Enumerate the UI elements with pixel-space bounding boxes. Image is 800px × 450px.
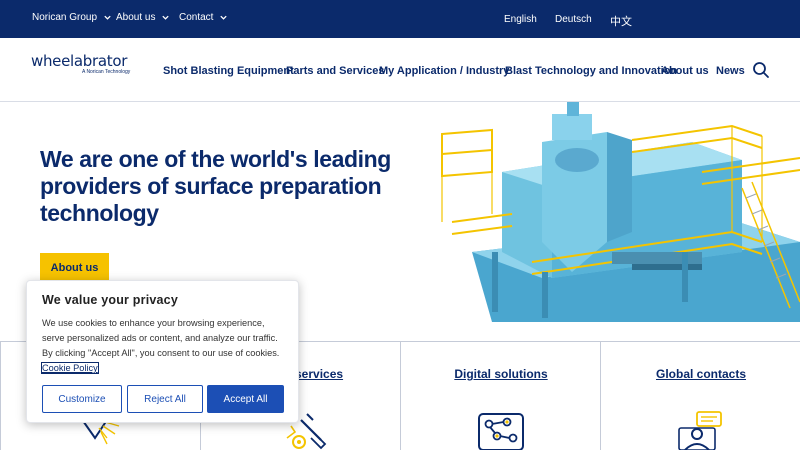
nav-news[interactable]: News — [716, 65, 745, 77]
language-deutsch[interactable]: Deutsch — [555, 14, 592, 25]
page: Norican Group About us Contact English D… — [0, 0, 800, 450]
topbar-link-contact[interactable]: Contact — [179, 12, 228, 23]
language-chinese[interactable]: 中文 — [610, 13, 632, 29]
topbar-link-label: Norican Group — [32, 12, 98, 23]
cookie-reject-all-button[interactable]: Reject All — [127, 385, 203, 413]
shot-blast-machine-illustration — [441, 102, 800, 322]
topbar-link-label: About us — [116, 12, 156, 23]
network-icon — [478, 413, 524, 450]
chevron-down-icon — [220, 15, 228, 20]
chevron-down-icon — [162, 15, 170, 20]
hero-about-us-button[interactable]: About us — [40, 253, 109, 283]
card-global-contacts[interactable]: Global contacts — [600, 342, 800, 450]
cookie-policy-link[interactable]: Cookie Policy — [41, 362, 99, 374]
logo-tagline: A Norican Technology — [82, 69, 131, 75]
language-english[interactable]: English — [504, 14, 537, 25]
cookie-title: We value your privacy — [42, 293, 178, 307]
nav-my-application-industry[interactable]: My Application / Industry — [379, 65, 509, 77]
cookie-customize-button[interactable]: Customize — [42, 385, 122, 413]
wheelabrator-logo[interactable]: wheelabrator A Norican Technology — [31, 52, 131, 86]
cookie-description: We use cookies to enhance your browsing … — [42, 318, 280, 358]
nav-shot-blasting-equipment[interactable]: Shot Blasting Equipment — [163, 65, 294, 77]
search-icon[interactable] — [752, 61, 770, 79]
logo-wordmark: wheelabrator — [31, 52, 128, 70]
topbar-link-label: Contact — [179, 12, 214, 23]
contact-icon — [678, 411, 722, 450]
top-utility-bar: Norican Group About us Contact English D… — [0, 0, 800, 38]
nav-parts-and-services[interactable]: Parts and Services — [286, 65, 384, 77]
card-digital-solutions[interactable]: Digital solutions — [400, 342, 601, 450]
main-navigation: wheelabrator A Norican Technology Shot B… — [0, 38, 800, 102]
cookie-text: We use cookies to enhance your browsing … — [41, 316, 287, 376]
topbar-link-norican-group[interactable]: Norican Group — [32, 12, 112, 23]
topbar-link-about-us[interactable]: About us — [116, 12, 170, 23]
card-title[interactable]: Digital solutions — [401, 367, 601, 381]
card-title[interactable]: Global contacts — [601, 367, 800, 381]
nav-blast-technology[interactable]: Blast Technology and Innovation — [505, 65, 677, 77]
cookie-accept-all-button[interactable]: Accept All — [207, 385, 284, 413]
nav-about-us[interactable]: About us — [661, 65, 709, 77]
cookie-consent-dialog: We value your privacy We use cookies to … — [26, 280, 299, 423]
chevron-down-icon — [104, 15, 111, 20]
hero-title: We are one of the world's leading provid… — [40, 146, 391, 226]
